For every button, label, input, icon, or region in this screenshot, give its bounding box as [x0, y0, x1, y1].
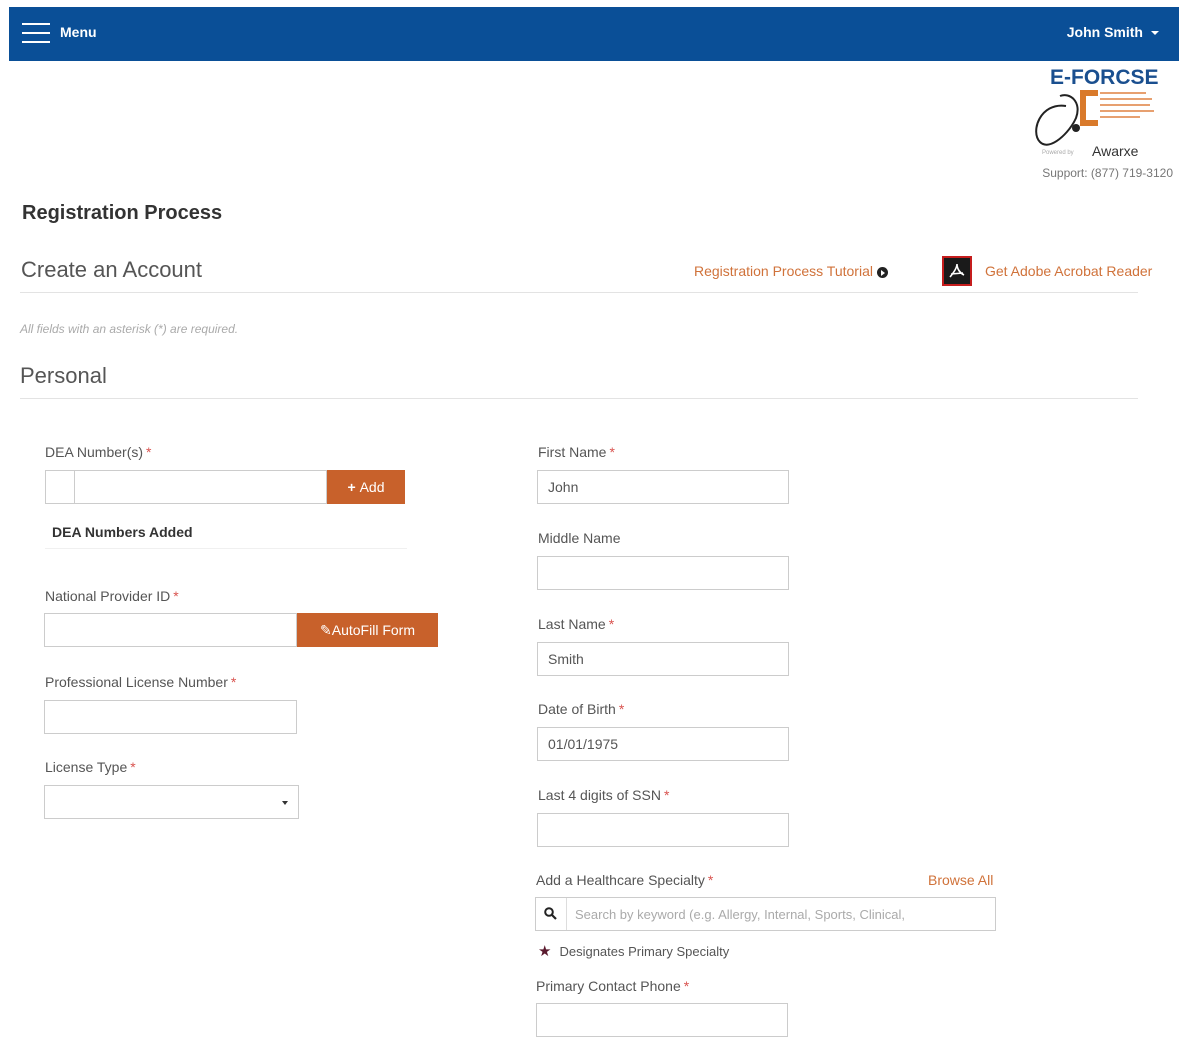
npi-input[interactable] — [44, 613, 297, 647]
middle-name-input[interactable] — [537, 556, 789, 590]
phone-input[interactable] — [536, 1003, 788, 1037]
npi-label: National Provider ID * — [45, 588, 179, 604]
license-type-label: License Type * — [45, 759, 136, 775]
dob-label: Date of Birth * — [538, 701, 625, 717]
acrobat-reader-link[interactable]: Get Adobe Acrobat Reader — [985, 263, 1152, 279]
autofill-form-button[interactable]: ✎AutoFill Form — [297, 613, 438, 647]
designates-primary-note: ★ Designates Primary Specialty — [538, 943, 730, 960]
menu-button[interactable]: Menu — [60, 24, 97, 40]
awarxe-text: Awarxe — [1092, 143, 1139, 159]
tutorial-link[interactable]: Registration Process Tutorial — [694, 263, 888, 279]
phone-label: Primary Contact Phone * — [536, 978, 690, 994]
support-phone: Support: (877) 719-3120 — [1042, 166, 1173, 180]
play-circle-icon — [876, 266, 888, 278]
license-type-select[interactable] — [44, 785, 299, 819]
last-name-label: Last Name * — [538, 616, 615, 632]
page-title: Registration Process — [22, 202, 223, 224]
specialty-search — [535, 897, 996, 931]
license-number-input[interactable] — [44, 700, 297, 734]
ssn-label: Last 4 digits of SSN * — [538, 787, 670, 803]
divider — [20, 292, 1138, 293]
specialty-search-input[interactable] — [566, 898, 994, 930]
chevron-down-icon — [282, 801, 288, 805]
browse-all-link[interactable]: Browse All — [928, 872, 993, 888]
last-name-input[interactable] — [537, 642, 789, 676]
add-dea-button[interactable]: + Add — [327, 470, 405, 504]
star-icon: ★ — [538, 943, 552, 960]
top-navbar — [9, 7, 1179, 61]
menu-icon[interactable] — [22, 23, 50, 43]
specialty-label: Add a Healthcare Specialty * — [536, 872, 714, 888]
personal-heading: Personal — [20, 363, 107, 388]
dob-input[interactable] — [537, 727, 789, 761]
required-fields-note: All fields with an asterisk (*) are requ… — [20, 322, 239, 336]
user-name: John Smith — [1066, 24, 1143, 40]
user-menu-button[interactable]: John Smith — [1067, 24, 1159, 40]
dea-number-label: DEA Number(s) * — [45, 444, 152, 460]
logo-brand-text: E-FORCSE — [1050, 66, 1159, 89]
dea-number-input[interactable] — [74, 470, 327, 504]
license-number-label: Professional License Number * — [45, 674, 237, 690]
powered-by-text: Powered by — [1042, 150, 1074, 156]
eforcse-logo: E-FORCSE Powered by Awarxe — [1035, 66, 1159, 159]
plus-icon: + — [347, 479, 360, 495]
middle-name-label: Middle Name — [538, 530, 621, 546]
logo-tagline-lines — [1100, 92, 1154, 118]
dea-numbers-list — [45, 548, 407, 549]
ssn-input[interactable] — [537, 813, 789, 847]
pdf-icon[interactable] — [942, 256, 972, 286]
tutorial-link-label: Registration Process Tutorial — [694, 263, 873, 279]
caret-down-icon — [1151, 31, 1159, 36]
create-account-heading: Create an Account — [21, 257, 203, 282]
first-name-label: First Name * — [538, 444, 615, 460]
dea-prefix-addon — [45, 470, 75, 504]
pencil-icon: ✎ — [320, 621, 332, 638]
divider — [20, 398, 1138, 399]
dea-numbers-added-label: DEA Numbers Added — [52, 524, 193, 540]
search-icon — [536, 898, 566, 930]
first-name-input[interactable] — [537, 470, 789, 504]
